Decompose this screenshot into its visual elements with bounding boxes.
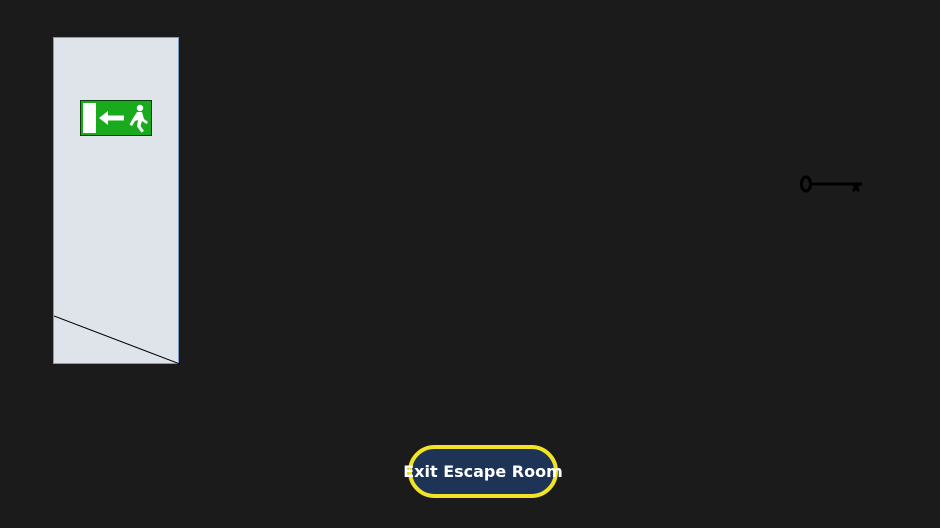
door-floor-line: [54, 315, 180, 365]
escape-room-scene: Exit Escape Room: [0, 0, 940, 528]
key-icon[interactable]: [798, 174, 864, 196]
exit-door[interactable]: [53, 37, 180, 365]
exit-escape-room-button[interactable]: Exit Escape Room: [403, 445, 563, 498]
emergency-exit-sign-icon: [80, 100, 152, 136]
